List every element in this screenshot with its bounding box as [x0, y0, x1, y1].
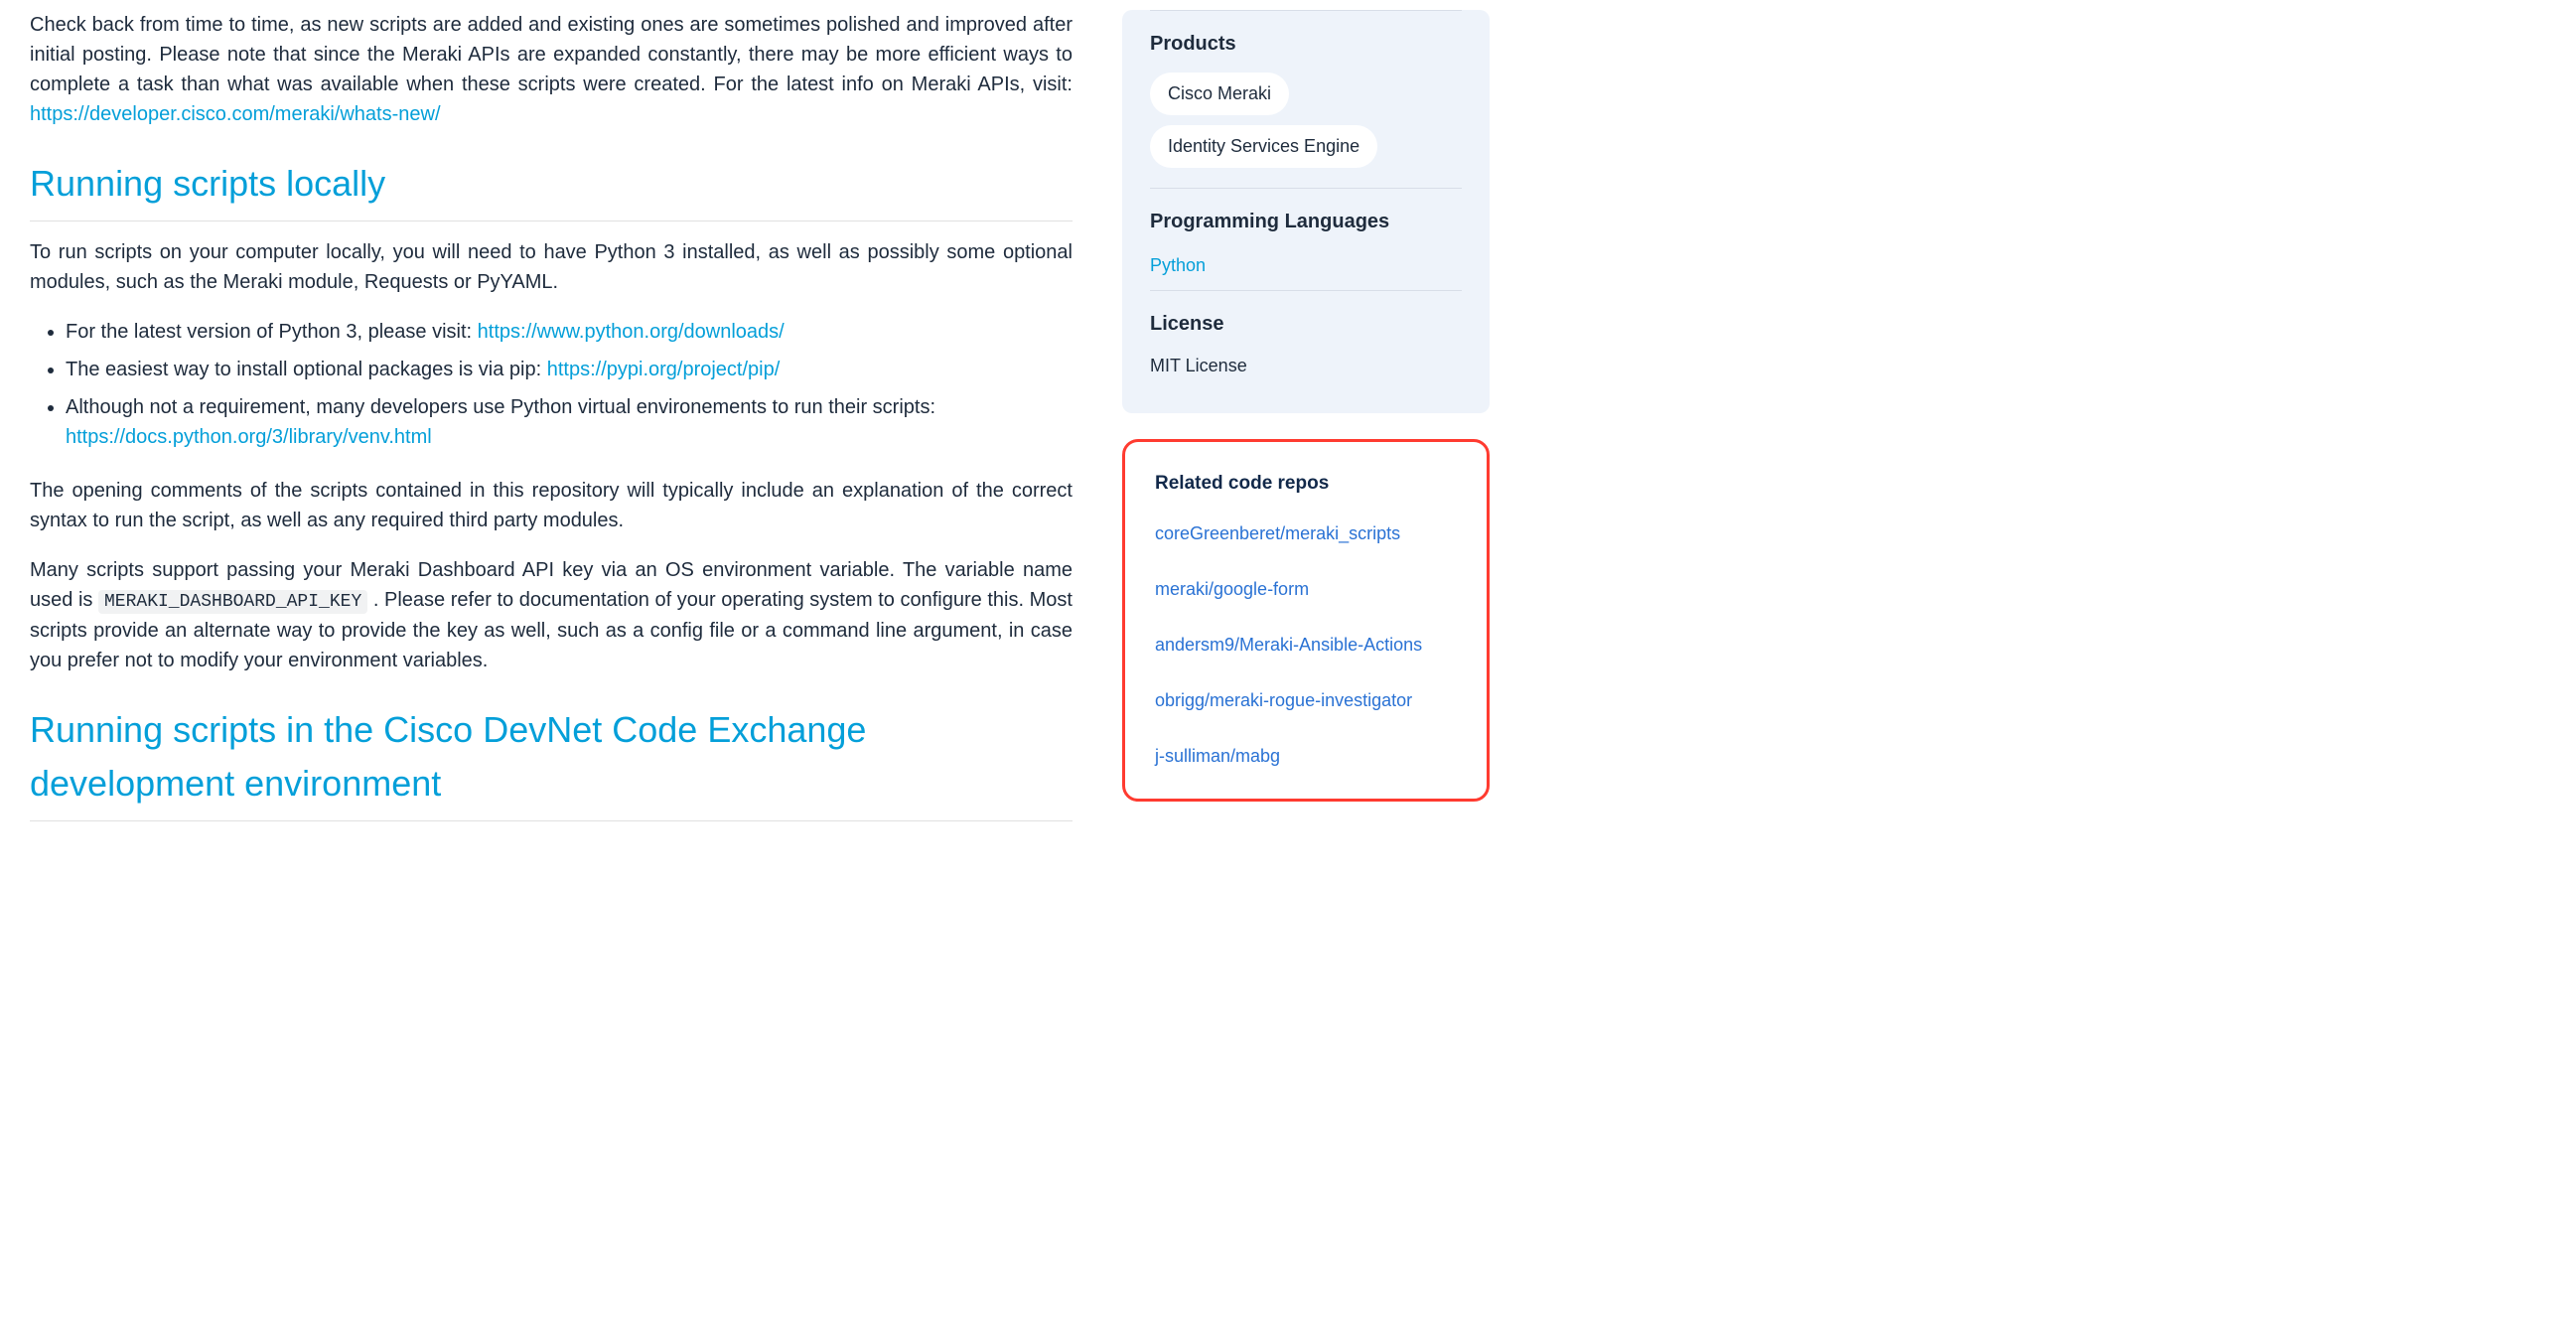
language-python-link[interactable]: Python — [1150, 255, 1206, 275]
sidebar: Products Cisco Meraki Identity Services … — [1122, 10, 1490, 837]
bullet-item: For the latest version of Python 3, plea… — [66, 317, 1073, 347]
related-repo-link[interactable]: obrigg/meraki-rogue-investigator — [1155, 690, 1412, 710]
bullet-item: Although not a requirement, many develop… — [66, 392, 1073, 452]
related-heading: Related code repos — [1155, 470, 1457, 499]
languages-section: Programming Languages Python — [1150, 188, 1462, 290]
license-heading: License — [1150, 309, 1462, 339]
local-paragraph-2: The opening comments of the scripts cont… — [30, 476, 1073, 535]
related-repo-item: andersm9/Meraki-Ansible-Actions — [1155, 630, 1457, 660]
related-repo-link[interactable]: coreGreenberet/meraki_scripts — [1155, 523, 1400, 543]
heading-running-locally: Running scripts locally — [30, 157, 1073, 221]
local-bullet-list: For the latest version of Python 3, plea… — [30, 317, 1073, 452]
local-paragraph-1: To run scripts on your computer locally,… — [30, 237, 1073, 297]
pip-link[interactable]: https://pypi.org/project/pip/ — [547, 359, 781, 380]
related-repo-item: j-sulliman/mabg — [1155, 741, 1457, 771]
python-download-link[interactable]: https://www.python.org/downloads/ — [478, 321, 785, 343]
bullet-item: The easiest way to install optional pack… — [66, 355, 1073, 384]
info-card: Products Cisco Meraki Identity Services … — [1122, 10, 1490, 413]
related-repo-item: meraki/google-form — [1155, 574, 1457, 604]
bullet-text: The easiest way to install optional pack… — [66, 359, 547, 380]
intro-text: Check back from time to time, as new scr… — [30, 14, 1073, 95]
env-var-code: MERAKI_DASHBOARD_API_KEY — [98, 590, 367, 614]
bullet-text: Although not a requirement, many develop… — [66, 396, 935, 418]
license-section: License MIT License — [1150, 290, 1462, 389]
product-chip-cisco-meraki[interactable]: Cisco Meraki — [1150, 73, 1289, 115]
related-repo-item: coreGreenberet/meraki_scripts — [1155, 518, 1457, 548]
related-repos-card: Related code repos coreGreenberet/meraki… — [1122, 439, 1490, 802]
products-heading: Products — [1150, 29, 1462, 59]
products-section: Products Cisco Meraki Identity Services … — [1150, 10, 1462, 188]
heading-devnet: Running scripts in the Cisco DevNet Code… — [30, 703, 1073, 821]
related-repos-list: coreGreenberet/meraki_scripts meraki/goo… — [1155, 518, 1457, 771]
related-repo-link[interactable]: meraki/google-form — [1155, 579, 1309, 599]
venv-link[interactable]: https://docs.python.org/3/library/venv.h… — [66, 426, 432, 448]
main-content: Check back from time to time, as new scr… — [30, 10, 1073, 837]
related-repo-link[interactable]: j-sulliman/mabg — [1155, 746, 1280, 766]
bullet-text: For the latest version of Python 3, plea… — [66, 321, 478, 343]
related-repo-item: obrigg/meraki-rogue-investigator — [1155, 685, 1457, 715]
local-paragraph-3: Many scripts support passing your Meraki… — [30, 555, 1073, 675]
intro-link[interactable]: https://developer.cisco.com/meraki/whats… — [30, 103, 441, 125]
product-chip-ise[interactable]: Identity Services Engine — [1150, 125, 1377, 168]
languages-heading: Programming Languages — [1150, 207, 1462, 236]
intro-paragraph: Check back from time to time, as new scr… — [30, 10, 1073, 129]
license-value: MIT License — [1150, 353, 1462, 379]
related-repo-link[interactable]: andersm9/Meraki-Ansible-Actions — [1155, 635, 1422, 655]
